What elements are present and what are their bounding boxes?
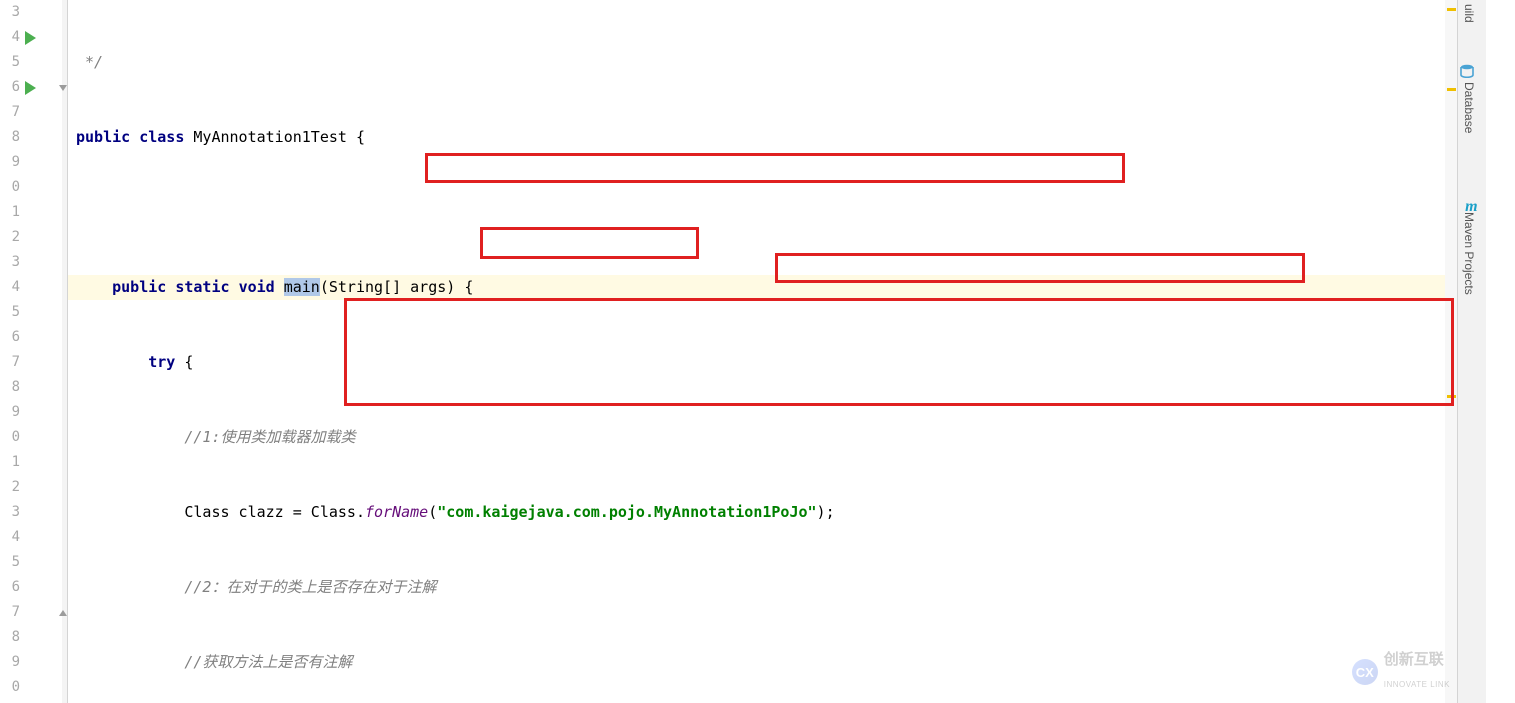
code-line: //1:使用类加载器加载类	[68, 425, 1486, 450]
line-number: 8	[0, 625, 22, 650]
line-number: 7	[0, 100, 22, 125]
line-number: 2	[0, 475, 22, 500]
line-number: 6	[0, 325, 22, 350]
line-number: 4	[0, 275, 22, 300]
watermark-icon: CX	[1352, 659, 1378, 685]
line-number: 5	[0, 550, 22, 575]
code-line: public class MyAnnotation1Test {	[68, 125, 1486, 150]
gutter: 3456789012345678901234567890	[0, 0, 22, 703]
line-number: 9	[0, 400, 22, 425]
line-number: 2	[0, 225, 22, 250]
line-number: 0	[0, 175, 22, 200]
maven-icon: m	[1465, 194, 1479, 208]
line-number: 0	[0, 675, 22, 700]
line-number: 8	[0, 375, 22, 400]
code-line-current: public static void main(String[] args) {	[68, 275, 1486, 300]
line-number: 3	[0, 250, 22, 275]
annotation-box	[480, 227, 699, 259]
line-number: 8	[0, 125, 22, 150]
toolwindow-tab-database[interactable]: Database	[1451, 60, 1486, 137]
database-icon	[1465, 64, 1479, 78]
line-number: 4	[0, 25, 22, 50]
line-number: 9	[0, 650, 22, 675]
fold-toggle-icon[interactable]	[58, 83, 68, 93]
annotation-box	[425, 153, 1125, 183]
line-number: 0	[0, 425, 22, 450]
watermark-text: 创新互联	[1384, 647, 1450, 672]
line-number: 3	[0, 500, 22, 525]
run-gutter	[22, 0, 44, 703]
code-line: //2：在对于的类上是否存在对于注解	[68, 575, 1486, 600]
toolwindow-tab-label: Database	[1462, 82, 1476, 133]
run-icon[interactable]	[25, 31, 36, 45]
method-name-main: main	[284, 278, 320, 296]
line-number: 1	[0, 200, 22, 225]
code-line: */	[68, 50, 1486, 75]
right-tool-strip: uild Database m Maven Projects	[1457, 0, 1486, 703]
watermark-subtext: INNOVATE LINK	[1384, 672, 1450, 697]
comment-end: */	[85, 53, 103, 71]
code-line	[68, 200, 1486, 225]
toolwindow-tab-label: Maven Projects	[1462, 212, 1476, 295]
code-line: //获取方法上是否有注解	[68, 650, 1486, 675]
line-number: 1	[0, 450, 22, 475]
run-icon[interactable]	[25, 81, 36, 95]
line-number: 5	[0, 50, 22, 75]
toolwindow-tab-uild[interactable]: uild	[1451, 0, 1486, 27]
warning-marker[interactable]	[1447, 395, 1456, 398]
line-number: 6	[0, 575, 22, 600]
line-number: 4	[0, 525, 22, 550]
line-number: 7	[0, 600, 22, 625]
fold-toggle-icon[interactable]	[58, 608, 68, 618]
code-line: try {	[68, 350, 1486, 375]
line-number: 7	[0, 350, 22, 375]
fold-gutter	[44, 0, 68, 703]
line-number: 5	[0, 300, 22, 325]
code-editor[interactable]: 3456789012345678901234567890 */ public c…	[0, 0, 1486, 703]
toolwindow-tab-label: uild	[1462, 4, 1476, 23]
line-number: 9	[0, 150, 22, 175]
watermark-logo: CX 创新互联 INNOVATE LINK	[1352, 647, 1450, 697]
code-line: Class clazz = Class.forName("com.kaigeja…	[68, 500, 1486, 525]
line-number: 3	[0, 0, 22, 25]
toolwindow-tab-maven-projects[interactable]: m Maven Projects	[1451, 190, 1486, 299]
line-number: 6	[0, 75, 22, 100]
code-area[interactable]: */ public class MyAnnotation1Test { publ…	[68, 0, 1486, 703]
